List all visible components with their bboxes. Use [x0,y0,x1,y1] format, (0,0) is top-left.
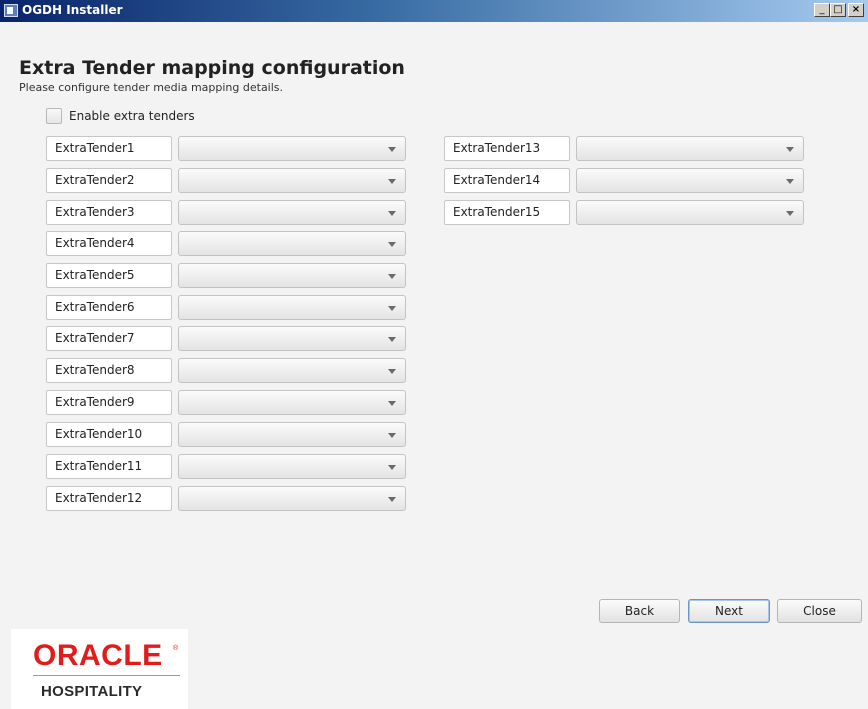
tender-mapping-select[interactable] [178,295,406,320]
enable-extra-tenders-checkbox[interactable] [46,108,62,124]
installer-window: OGDH Installer _ □ × Extra Tender mappin… [0,0,868,709]
tender-mapping-select[interactable] [178,358,406,383]
tender-name-field[interactable]: ExtraTender6 [46,295,172,320]
tender-name-field[interactable]: ExtraTender3 [46,200,172,225]
enable-extra-tenders-option[interactable]: Enable extra tenders [46,108,195,124]
close-button[interactable]: Close [777,599,862,623]
tender-mapping-select[interactable] [178,263,406,288]
chevron-down-icon [786,147,794,152]
chevron-down-icon [786,211,794,216]
tender-name-field[interactable]: ExtraTender8 [46,358,172,383]
tender-name-field[interactable]: ExtraTender15 [444,200,570,225]
tender-name-field[interactable]: ExtraTender2 [46,168,172,193]
logo-registered-mark: ® [173,645,179,652]
window-controls: _ □ × [814,3,864,17]
tender-name-field[interactable]: ExtraTender14 [444,168,570,193]
chevron-down-icon [388,433,396,438]
chevron-down-icon [388,179,396,184]
close-window-button[interactable]: × [848,3,864,17]
page-subtitle: Please configure tender media mapping de… [19,81,284,94]
oracle-hospitality-logo: ORACLE ® HOSPITALITY [11,629,188,709]
tender-name-field[interactable]: ExtraTender5 [46,263,172,288]
tender-name-field[interactable]: ExtraTender9 [46,390,172,415]
page-title: Extra Tender mapping configuration [19,57,405,79]
tender-mapping-select[interactable] [576,136,804,161]
logo-divider [33,675,180,676]
tender-mapping-select[interactable] [178,486,406,511]
chevron-down-icon [388,274,396,279]
tender-mapping-select[interactable] [576,200,804,225]
chevron-down-icon [388,497,396,502]
tender-mapping-select[interactable] [178,136,406,161]
tender-name-field[interactable]: ExtraTender12 [46,486,172,511]
chevron-down-icon [388,401,396,406]
tender-mapping-select[interactable] [178,422,406,447]
tender-mapping-select[interactable] [178,200,406,225]
tender-mapping-select[interactable] [178,168,406,193]
chevron-down-icon [388,337,396,342]
logo-brand: ORACLE [33,639,163,672]
tender-mapping-select[interactable] [178,390,406,415]
chevron-down-icon [388,147,396,152]
tender-name-field[interactable]: ExtraTender13 [444,136,570,161]
tender-name-field[interactable]: ExtraTender4 [46,231,172,256]
title-bar[interactable]: OGDH Installer _ □ × [0,0,868,22]
chevron-down-icon [786,179,794,184]
next-button[interactable]: Next [688,599,770,623]
maximize-button[interactable]: □ [830,3,846,17]
tender-name-field[interactable]: ExtraTender11 [46,454,172,479]
tender-name-field[interactable]: ExtraTender1 [46,136,172,161]
window-title: OGDH Installer [22,3,123,17]
chevron-down-icon [388,465,396,470]
tender-name-field[interactable]: ExtraTender10 [46,422,172,447]
tender-mapping-select[interactable] [178,231,406,256]
logo-product: HOSPITALITY [41,683,143,700]
chevron-down-icon [388,242,396,247]
chevron-down-icon [388,369,396,374]
enable-extra-tenders-label: Enable extra tenders [69,109,195,123]
tender-mapping-select[interactable] [576,168,804,193]
tender-name-field[interactable]: ExtraTender7 [46,326,172,351]
tender-mapping-select[interactable] [178,326,406,351]
tender-mapping-select[interactable] [178,454,406,479]
chevron-down-icon [388,306,396,311]
back-button[interactable]: Back [599,599,680,623]
chevron-down-icon [388,211,396,216]
app-icon [4,4,18,17]
minimize-button[interactable]: _ [814,3,830,17]
